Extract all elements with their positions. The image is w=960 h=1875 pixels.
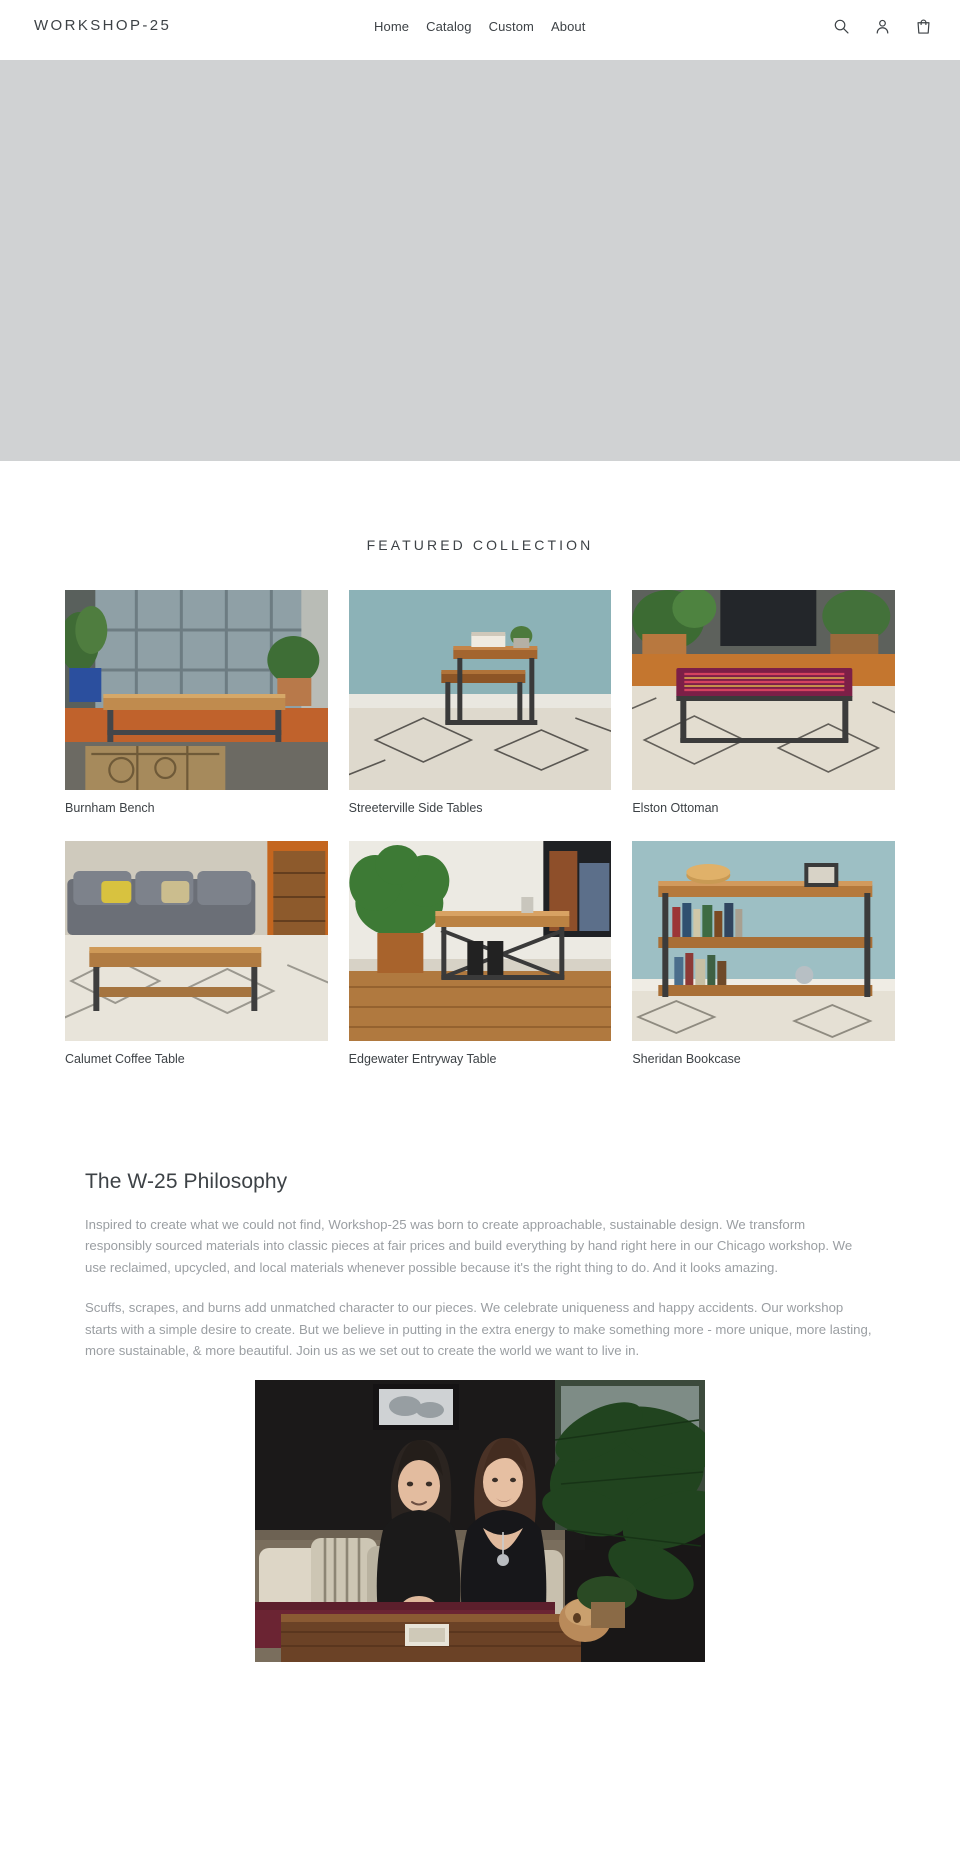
nav-item-catalog[interactable]: Catalog	[426, 19, 472, 34]
nav-item-home[interactable]: Home	[374, 19, 409, 34]
product-title: Calumet Coffee Table	[65, 1051, 185, 1066]
nav-item-about[interactable]: About	[551, 19, 585, 34]
cart-icon[interactable]	[913, 16, 933, 36]
product-card-edgewater-entryway-table[interactable]: Edgewater Entryway Table	[348, 840, 612, 1083]
nav-item-custom[interactable]: Custom	[489, 19, 534, 34]
philosophy-heading: The W-25 Philosophy	[85, 1170, 288, 1193]
product-image-calumet-coffee-table	[65, 840, 328, 1041]
philosophy-section: The W-25 Philosophy Inspired to create w…	[85, 1082, 875, 1663]
philosophy-paragraph-2: Scuffs, scrapes, and burns add unmatched…	[85, 1300, 872, 1358]
product-card-streeterville-side-tables[interactable]: Streeterville Side Tables	[348, 590, 612, 832]
product-card-elston-ottoman[interactable]: Elston Ottoman	[632, 590, 895, 832]
product-image-burnham-bench	[65, 590, 328, 790]
product-card-sheridan-bookcase[interactable]: Sheridan Bookcase	[632, 840, 895, 1083]
product-image-elston-ottoman	[632, 590, 895, 790]
product-title: Edgewater Entryway Table	[348, 1051, 497, 1066]
main-navigation: Home Catalog Custom About	[374, 19, 585, 34]
product-card-calumet-coffee-table[interactable]: Calumet Coffee Table	[65, 840, 328, 1083]
product-title: Streeterville Side Tables	[348, 801, 483, 815]
product-title: Elston Ottoman	[632, 801, 719, 815]
philosophy-paragraph-1: Inspired to create what we could not fin…	[85, 1217, 853, 1275]
product-image-sheridan-bookcase	[632, 840, 895, 1041]
header-icon-group	[831, 16, 933, 36]
philosophy-photo	[255, 1380, 705, 1663]
search-icon[interactable]	[831, 16, 851, 36]
featured-collection-title: FEATURED COLLECTION	[366, 537, 594, 553]
featured-collection-section: FEATURED COLLECTION Burnham Bench Street…	[0, 461, 960, 1082]
product-title: Sheridan Bookcase	[632, 1051, 741, 1066]
product-image-streeterville-side-tables	[348, 590, 612, 790]
site-header: WORKSHOP-25 Home Catalog Custom About	[0, 0, 960, 60]
site-logo[interactable]: WORKSHOP-25	[34, 17, 171, 34]
product-title: Burnham Bench	[65, 801, 155, 815]
product-card-burnham-bench[interactable]: Burnham Bench	[65, 590, 328, 832]
account-icon[interactable]	[872, 16, 892, 36]
product-grid: Burnham Bench Streeterville Side Tables …	[65, 590, 895, 1082]
philosophy-photo-wrapper	[85, 1380, 875, 1663]
hero-banner[interactable]	[0, 60, 960, 461]
product-image-edgewater-entryway-table	[348, 840, 612, 1041]
